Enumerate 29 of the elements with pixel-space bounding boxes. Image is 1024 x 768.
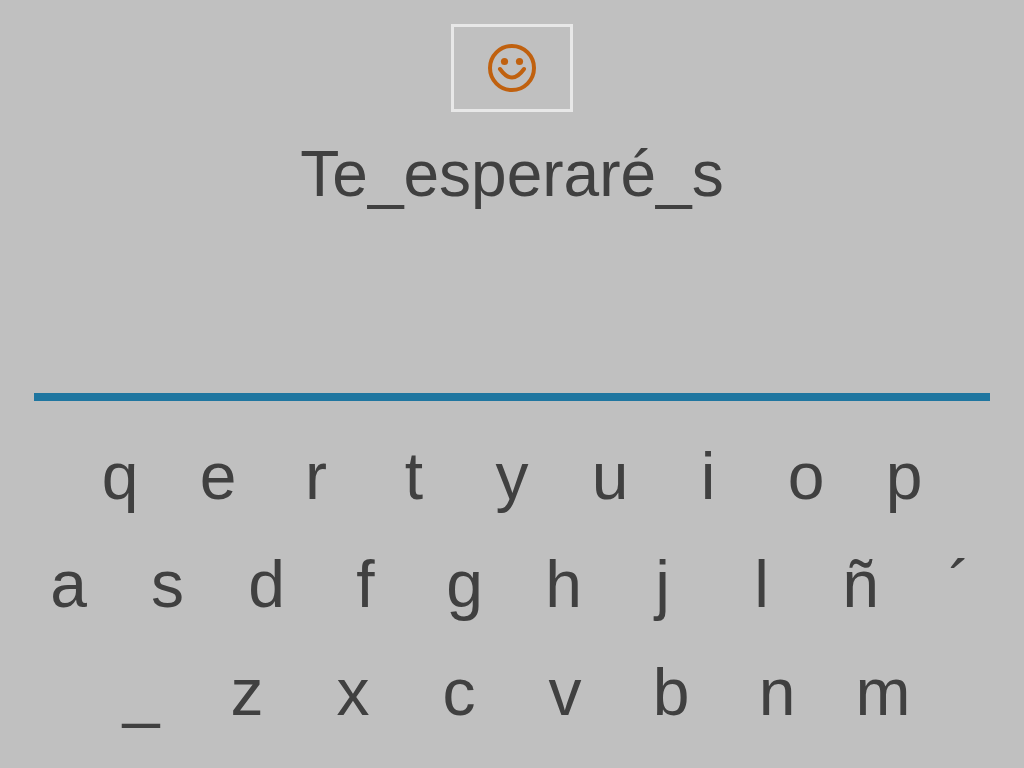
letter-key[interactable]: _ xyxy=(88,654,194,730)
letter-key[interactable]: g xyxy=(417,546,512,622)
letter-key[interactable]: d xyxy=(219,546,314,622)
letter-key[interactable]: t xyxy=(365,438,463,514)
letter-key[interactable]: l xyxy=(714,546,809,622)
letter-key[interactable]: b xyxy=(618,654,724,730)
letter-key[interactable]: y xyxy=(463,438,561,514)
smiley-icon xyxy=(486,42,538,94)
letter-key[interactable]: n xyxy=(724,654,830,730)
letter-key[interactable]: z xyxy=(194,654,300,730)
letter-key[interactable]: s xyxy=(120,546,215,622)
letter-key[interactable]: c xyxy=(406,654,512,730)
letter-key[interactable]: v xyxy=(512,654,618,730)
letter-key[interactable]: j xyxy=(615,546,710,622)
letter-key[interactable]: f xyxy=(318,546,413,622)
letter-key[interactable]: q xyxy=(71,438,169,514)
letter-key[interactable]: m xyxy=(830,654,936,730)
letter-key[interactable]: u xyxy=(561,438,659,514)
letter-key[interactable]: ñ xyxy=(813,546,908,622)
letter-key[interactable]: h xyxy=(516,546,611,622)
letter-key[interactable]: a xyxy=(21,546,116,622)
letter-key[interactable]: r xyxy=(267,438,365,514)
letter-key[interactable]: p xyxy=(855,438,953,514)
letter-key[interactable]: o xyxy=(757,438,855,514)
letter-key[interactable]: e xyxy=(169,438,267,514)
letter-key[interactable]: i xyxy=(659,438,757,514)
letter-key[interactable]: ´ xyxy=(912,546,1007,622)
letter-key[interactable]: x xyxy=(300,654,406,730)
prompt-text: Te_esperaré_s xyxy=(300,137,724,212)
